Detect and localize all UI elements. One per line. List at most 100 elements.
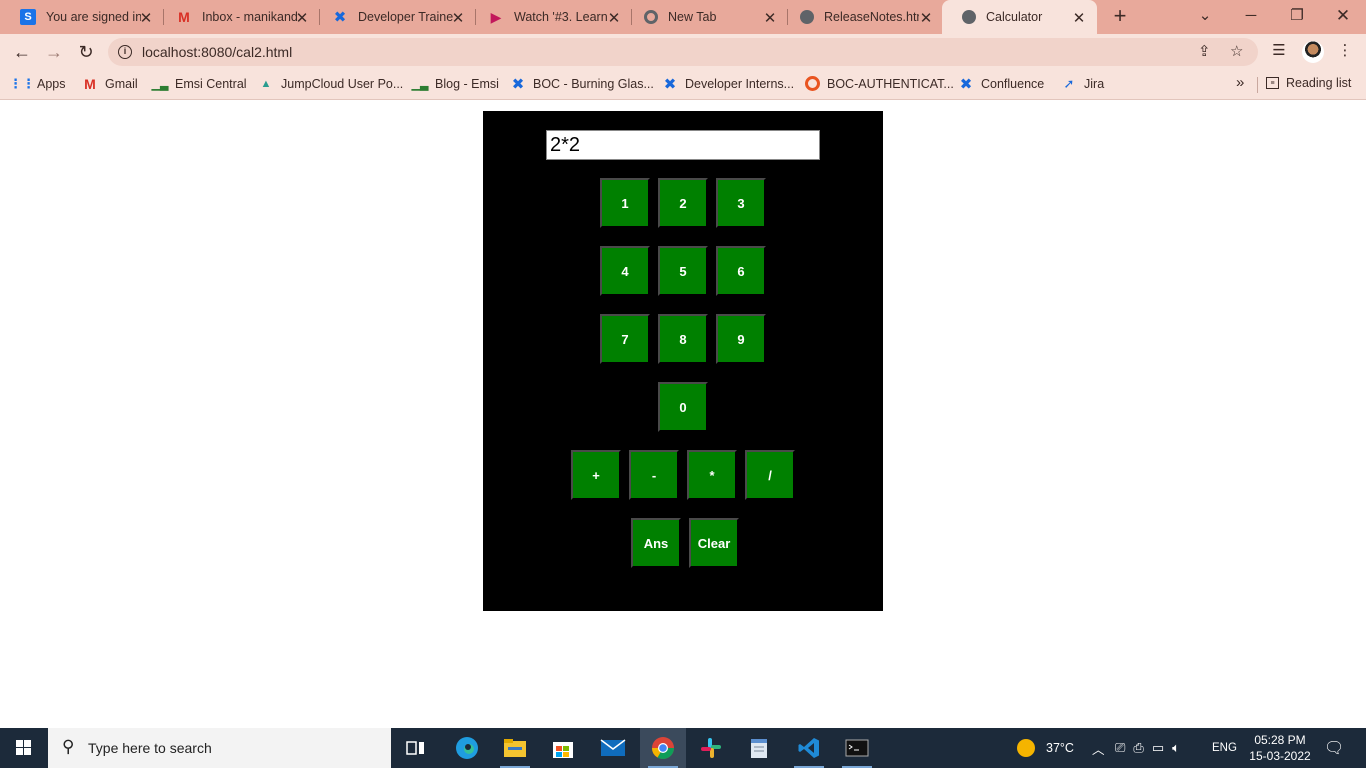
network-icon[interactable]: ⎙: [1133, 740, 1143, 756]
bookmarks-bar: ⋮⋮ Apps M Gmail ▁▃ Emsi Central ▲ JumpCl…: [0, 70, 1366, 100]
tab-release-notes[interactable]: ReleaseNotes.htm ✕: [780, 0, 944, 34]
tab-title: ReleaseNotes.htm: [824, 10, 919, 24]
bookmark-confluence[interactable]: ✖ Confluence: [958, 76, 1045, 93]
share-icon[interactable]: ⇪: [1198, 42, 1211, 60]
tab-title: New Tab: [668, 10, 717, 24]
close-icon[interactable]: ✕: [294, 9, 310, 27]
key-8-button[interactable]: 8: [658, 314, 708, 364]
key-2-button[interactable]: 2: [658, 178, 708, 228]
reading-list-button[interactable]: ≡ Reading list: [1266, 76, 1351, 90]
bookmark-gmail[interactable]: M Gmail: [82, 76, 138, 92]
bookmark-apps[interactable]: ⋮⋮ Apps: [9, 76, 66, 92]
taskbar-search-box[interactable]: ⚲ Type here to search: [48, 728, 391, 768]
divide-button[interactable]: /: [745, 450, 795, 500]
edge-icon[interactable]: [444, 728, 490, 768]
tab-title: Watch '#3. Learn: [514, 10, 608, 24]
windows-logo-icon: [16, 740, 31, 755]
show-hidden-icons-chevron-icon[interactable]: ︿: [1092, 728, 1105, 768]
meet-now-icon[interactable]: ⎚: [1115, 740, 1125, 756]
file-explorer-icon[interactable]: [492, 728, 538, 768]
slack-icon[interactable]: [688, 728, 734, 768]
reading-list-icon: ≡: [1266, 77, 1279, 89]
back-arrow-icon[interactable]: ←: [10, 40, 34, 64]
search-placeholder: Type here to search: [88, 740, 212, 756]
tab-search-chevron-icon[interactable]: ⌄: [1182, 0, 1228, 34]
multiply-button[interactable]: *: [687, 450, 737, 500]
weather-widget[interactable]: 37°C: [1016, 728, 1074, 768]
close-icon[interactable]: ✕: [918, 9, 934, 27]
tab-new-tab[interactable]: New Tab ✕: [624, 0, 788, 34]
chrome-icon: [644, 10, 658, 24]
tab-developer-trainee[interactable]: ✖ Developer Trainee ✕: [312, 0, 476, 34]
bookmarks-overflow-button[interactable]: »: [1236, 74, 1244, 91]
close-icon[interactable]: ✕: [606, 9, 622, 27]
plus-button[interactable]: +: [571, 450, 621, 500]
forward-arrow-icon[interactable]: →: [42, 40, 66, 64]
key-7-button[interactable]: 7: [600, 314, 650, 364]
gmail-icon: M: [178, 9, 190, 25]
microsoft-store-icon[interactable]: [540, 728, 586, 768]
chart-icon: ▁▃: [151, 78, 169, 91]
key-9-button[interactable]: 9: [716, 314, 766, 364]
minus-button[interactable]: -: [629, 450, 679, 500]
clear-button[interactable]: Clear: [689, 518, 739, 568]
system-tray-icons[interactable]: ⎚ ⎙ ▭ 🔈︎: [1115, 728, 1180, 768]
reload-icon[interactable]: ↻: [74, 40, 98, 64]
avatar[interactable]: [1302, 41, 1324, 63]
clock[interactable]: 05:28 PM 15-03-2022: [1248, 732, 1312, 764]
bookmark-jira[interactable]: ➚ Jira: [1061, 76, 1105, 92]
jumpcloud-icon: ▲: [260, 78, 272, 90]
chrome-taskbar-icon[interactable]: [640, 728, 686, 768]
confluence-icon: ✖: [511, 76, 525, 93]
restore-button[interactable]: ❐: [1274, 0, 1320, 34]
key-4-button[interactable]: 4: [600, 246, 650, 296]
bookmark-developer-interns[interactable]: ✖ Developer Interns...: [662, 76, 794, 93]
site-info-icon[interactable]: i: [118, 45, 132, 59]
minimize-button[interactable]: ─: [1228, 0, 1274, 34]
bookmark-blog-emsi[interactable]: ▁▃ Blog - Emsi: [412, 76, 499, 92]
notification-icon[interactable]: 🗨︎: [1324, 728, 1344, 768]
tab-signed-in[interactable]: S You are signed in ✕: [0, 0, 164, 34]
notepad-icon[interactable]: [736, 728, 782, 768]
menu-kebab-icon[interactable]: ⋮: [1334, 41, 1356, 63]
sun-icon: [1017, 739, 1035, 757]
close-icon[interactable]: ✕: [450, 9, 466, 27]
close-icon[interactable]: ✕: [1071, 9, 1087, 27]
confluence-icon: ✖: [959, 76, 973, 93]
volume-icon[interactable]: 🔈︎: [1172, 740, 1180, 756]
key-0-button[interactable]: 0: [658, 382, 708, 432]
tab-calculator[interactable]: Calculator ✕: [942, 0, 1097, 34]
address-bar[interactable]: i localhost:8080/cal2.html ⇪ ☆: [108, 38, 1258, 66]
language-indicator[interactable]: ENG: [1212, 728, 1237, 768]
task-view-icon[interactable]: [393, 728, 439, 768]
key-5-button[interactable]: 5: [658, 246, 708, 296]
close-window-button[interactable]: ✕: [1320, 0, 1366, 34]
close-icon[interactable]: ✕: [138, 9, 154, 27]
display-icon[interactable]: ▭: [1152, 740, 1164, 756]
key-1-button[interactable]: 1: [600, 178, 650, 228]
apps-grid-icon: ⋮⋮: [9, 76, 35, 91]
calculator-display[interactable]: 2*2: [546, 130, 820, 160]
start-button[interactable]: [0, 728, 48, 768]
vscode-icon[interactable]: [786, 728, 832, 768]
key-6-button[interactable]: 6: [716, 246, 766, 296]
terminal-icon[interactable]: [834, 728, 880, 768]
bookmark-emsi-central[interactable]: ▁▃ Emsi Central: [152, 76, 247, 92]
media-queue-icon[interactable]: ☰: [1268, 41, 1290, 63]
mail-icon[interactable]: [590, 728, 636, 768]
ans-button[interactable]: Ans: [631, 518, 681, 568]
browser-toolbar: ← → ↻ i localhost:8080/cal2.html ⇪ ☆ ☰ ⋮: [0, 34, 1366, 70]
bookmark-boc-authenticat[interactable]: BOC-AUTHENTICAT...: [805, 76, 954, 91]
tab-watch[interactable]: ▶ Watch '#3. Learn ✕: [468, 0, 632, 34]
key-3-button[interactable]: 3: [716, 178, 766, 228]
ubuntu-icon: [805, 76, 820, 91]
jira-icon: ➚: [1063, 76, 1075, 91]
bookmark-jumpcloud[interactable]: ▲ JumpCloud User Po...: [258, 76, 404, 92]
new-tab-button[interactable]: +: [1108, 5, 1132, 29]
close-icon[interactable]: ✕: [762, 9, 778, 27]
play-icon: ▶: [490, 8, 502, 25]
url-text[interactable]: localhost:8080/cal2.html: [142, 44, 292, 60]
tab-inbox[interactable]: M Inbox - manikand ✕: [156, 0, 320, 34]
bookmark-boc-burning-glass[interactable]: ✖ BOC - Burning Glas...: [510, 76, 654, 93]
bookmark-star-icon[interactable]: ☆: [1230, 42, 1243, 60]
